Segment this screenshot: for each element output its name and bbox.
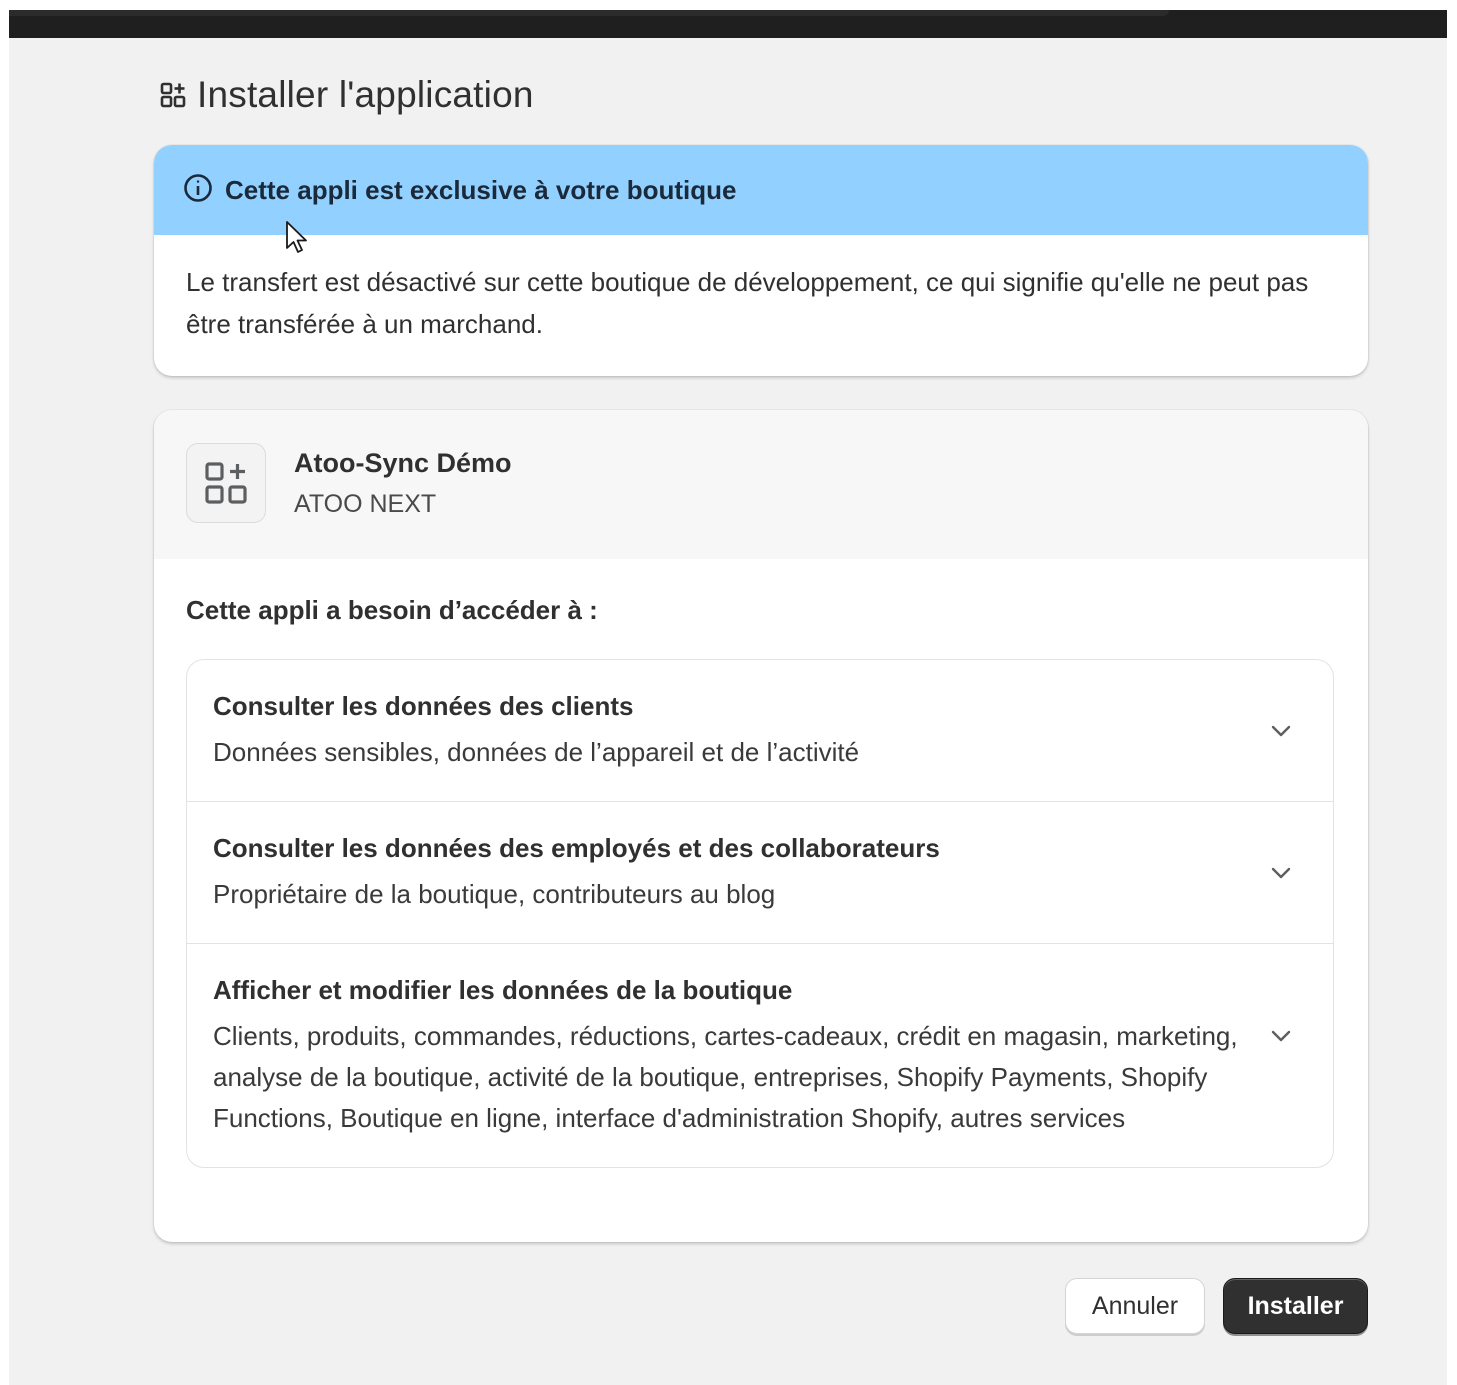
app-header: Atoo-Sync Démo ATOO NEXT [154, 410, 1368, 559]
banner-body: Le transfert est désactivé sur cette bou… [186, 267, 1309, 339]
permission-item[interactable]: Afficher et modifier les données de la b… [187, 943, 1333, 1167]
chevron-down-icon[interactable] [1269, 721, 1293, 746]
permission-description: Propriétaire de la boutique, contributeu… [213, 879, 776, 909]
cancel-button[interactable]: Annuler [1065, 1278, 1205, 1334]
page-header: Installer l'application [159, 74, 534, 116]
info-banner: Cette appli est exclusive à votre boutiq… [154, 145, 1368, 376]
browser-top-bar [9, 10, 1447, 38]
install-app-page: Installer l'application Cette appli est … [9, 38, 1447, 1385]
page-title: Installer l'application [197, 74, 534, 115]
permission-title: Consulter les données des clients [213, 691, 634, 721]
access-label: Cette appli a besoin d’accéder à : [186, 595, 598, 625]
app-name: Atoo-Sync Démo [294, 448, 512, 478]
app-icon [186, 443, 266, 523]
permission-item[interactable]: Consulter les données des clients Donnée… [187, 660, 1333, 801]
app-developer: ATOO NEXT [294, 490, 437, 518]
info-icon [183, 173, 213, 208]
chevron-down-icon[interactable] [1269, 863, 1293, 888]
permission-description: Données sensibles, données de l’appareil… [213, 737, 860, 767]
permission-item[interactable]: Consulter les données des employés et de… [187, 801, 1333, 943]
apps-icon [159, 81, 187, 109]
permission-title: Consulter les données des employés et de… [213, 833, 940, 863]
permissions-list: Consulter les données des clients Donnée… [186, 659, 1334, 1168]
banner-header: Cette appli est exclusive à votre boutiq… [154, 145, 1368, 235]
mouse-cursor-icon [285, 220, 311, 261]
app-permissions-card: Atoo-Sync Démo ATOO NEXT Cette appli a b… [154, 410, 1368, 1242]
chevron-down-icon[interactable] [1269, 1026, 1293, 1051]
browser-tab-edge [9, 10, 1169, 16]
banner-title: Cette appli est exclusive à votre boutiq… [225, 174, 737, 205]
permission-title: Afficher et modifier les données de la b… [213, 975, 793, 1005]
install-button[interactable]: Installer [1223, 1278, 1368, 1334]
permission-description: Clients, produits, commandes, réductions… [213, 1021, 1238, 1133]
